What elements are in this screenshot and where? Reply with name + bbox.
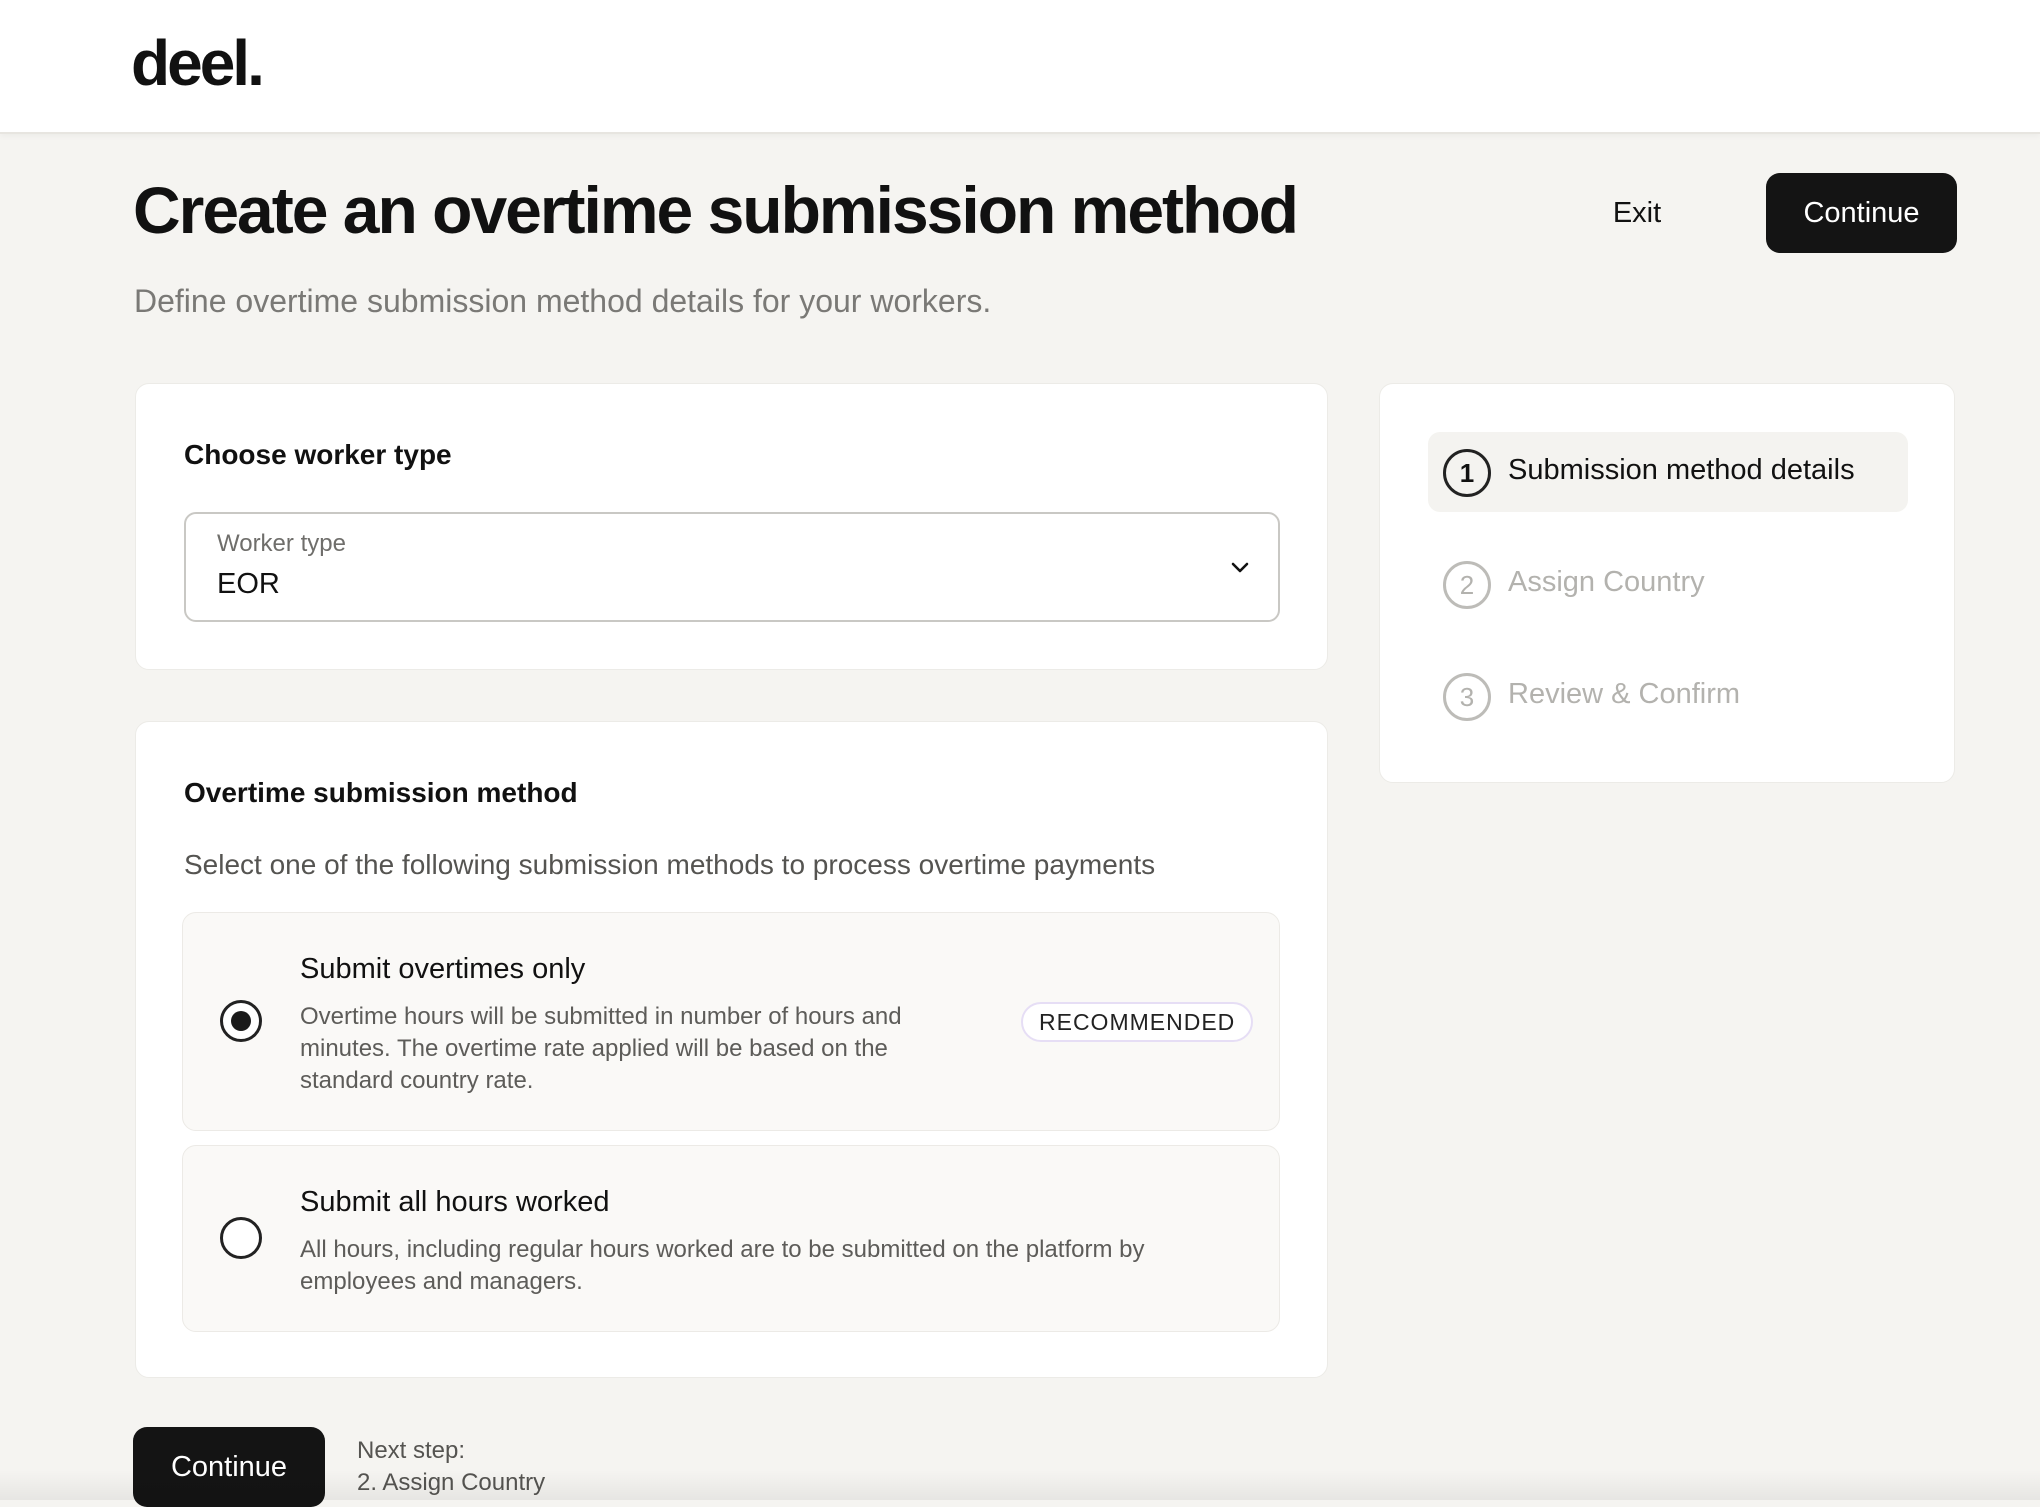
option-submit-overtimes-only[interactable]: Submit overtimes only Overtime hours wil… — [182, 912, 1280, 1131]
step-number-icon: 3 — [1443, 673, 1491, 721]
chevron-down-icon[interactable] — [1228, 556, 1252, 580]
continue-button-top[interactable]: Continue — [1766, 173, 1957, 253]
stepper-card: 1 Submission method details 2 Assign Cou… — [1379, 383, 1955, 783]
worker-type-value: EOR — [217, 568, 280, 600]
submission-method-card: Overtime submission method Select one of… — [135, 721, 1328, 1378]
worker-type-heading: Choose worker type — [184, 439, 452, 470]
top-bar: deel. — [0, 0, 2040, 134]
continue-button-bottom[interactable]: Continue — [133, 1427, 325, 1507]
step-number-icon: 1 — [1443, 449, 1491, 497]
step-assign-country: 2 Assign Country — [1428, 544, 1908, 624]
step-label: Review & Confirm — [1508, 678, 1741, 710]
worker-type-card: Choose worker type Worker type EOR — [135, 383, 1328, 670]
page-title: Create an overtime submission method — [133, 173, 1299, 247]
submission-method-description: Select one of the following submission m… — [184, 849, 1156, 880]
step-submission-method-details[interactable]: 1 Submission method details — [1428, 432, 1908, 512]
option-description: Overtime hours will be submitted in numb… — [300, 1003, 902, 1094]
step-review-confirm: 3 Review & Confirm — [1428, 656, 1908, 736]
worker-type-select[interactable]: Worker type EOR — [184, 512, 1280, 622]
exit-button[interactable]: Exit — [1580, 178, 1694, 248]
radio-selected-icon[interactable] — [220, 1000, 262, 1042]
next-step-info: Next step: 2. Assign Country — [357, 1435, 545, 1499]
page-subtitle: Define overtime submission method detail… — [134, 283, 992, 319]
option-title: Submit all hours worked — [300, 1186, 610, 1218]
recommended-badge: RECOMMENDED — [1021, 1002, 1254, 1042]
step-number-icon: 2 — [1443, 561, 1491, 609]
option-title: Submit overtimes only — [300, 953, 586, 985]
submission-method-heading: Overtime submission method — [184, 777, 578, 808]
step-label: Submission method details — [1508, 454, 1855, 486]
next-step-value: 2. Assign Country — [357, 1469, 546, 1496]
worker-type-label: Worker type — [217, 530, 346, 557]
step-label: Assign Country — [1508, 566, 1705, 598]
option-submit-all-hours[interactable]: Submit all hours worked All hours, inclu… — [182, 1145, 1280, 1332]
option-description: All hours, including regular hours worke… — [300, 1236, 1145, 1295]
deel-logo[interactable]: deel. — [131, 26, 265, 100]
radio-unselected-icon[interactable] — [220, 1217, 262, 1259]
next-step-label: Next step: — [357, 1437, 466, 1464]
